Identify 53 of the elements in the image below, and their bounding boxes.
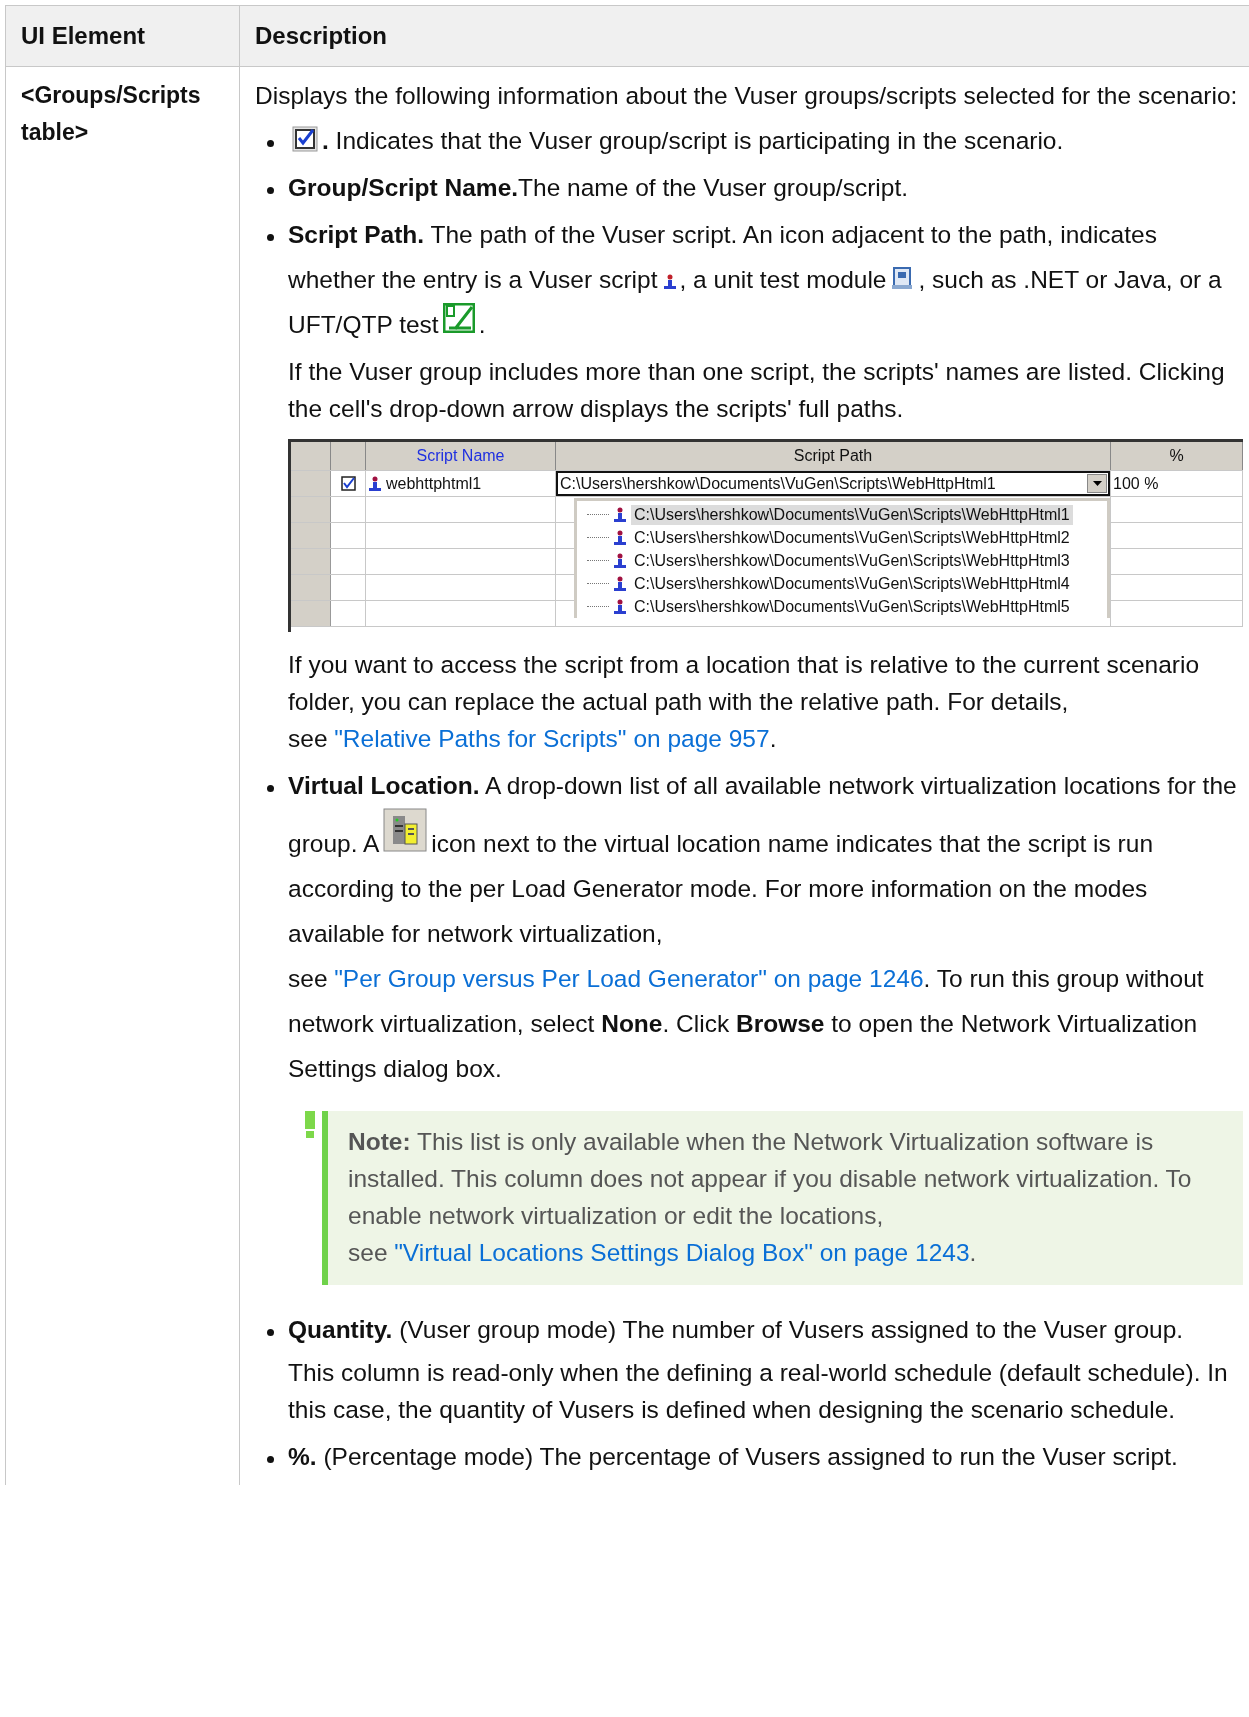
script-path-item[interactable]: C:\Users\hershkow\Documents\VuGen\Scripts\WebHttpHtml1 bbox=[631, 504, 1073, 525]
paragraph: This column is read-only when the defining a real-world schedule (default schedule). In this case, the quantity of Vusers is defined when designing the scenario schedule. bbox=[288, 1358, 1229, 1425]
bullet-icon bbox=[267, 1329, 274, 1336]
paragraph: Displays the following information about the Vuser groups/scripts selected for the scenario: bbox=[255, 81, 1239, 111]
person-icon bbox=[368, 475, 382, 492]
person-icon bbox=[613, 529, 627, 546]
script-path-item[interactable]: C:\Users\hershkow\Documents\VuGen\Scripts\WebHttpHtml5 bbox=[631, 596, 1073, 617]
paragraph: Group/Script Name.The name of the Vuser group/script. bbox=[288, 173, 909, 203]
paragraph: If you want to access the script from a location that is relative to the current scenario folder, you can replace the actual path with the relative path. For details, see "Relative Paths for Scripts" on page 957. bbox=[288, 650, 1200, 754]
bullet-icon bbox=[267, 140, 274, 147]
grid-column-header: Script Name bbox=[416, 447, 505, 465]
server-icon bbox=[383, 808, 428, 852]
bullet-icon bbox=[267, 1456, 274, 1463]
row-header[interactable] bbox=[291, 549, 331, 574]
checkbox[interactable] bbox=[340, 476, 356, 491]
row-header[interactable] bbox=[291, 497, 331, 522]
percent-value: 100 % bbox=[1113, 474, 1159, 493]
link[interactable]: "Per Group versus Per Load Generator" on page 1246 bbox=[334, 965, 924, 992]
row-header[interactable] bbox=[291, 471, 331, 496]
link[interactable]: "Relative Paths for Scripts" on page 957 bbox=[334, 725, 770, 752]
person-icon bbox=[663, 274, 678, 290]
bullet-icon bbox=[267, 234, 274, 241]
paragraph: Virtual Location. A drop-down list of all available network virtualization locations for the group. A icon next to the virtual location name indicates that the script is run according to the per Load Generator mode. For more information on the modes available for network virtualization, see "Per Group versus Per Load Generator" on page 1246. To run this group without network virtualization, select None. Click Browse to open the Network Virtualization Settings dialog box. bbox=[288, 771, 1238, 1084]
grid-column-header: Script Path bbox=[793, 447, 873, 465]
column-header: UI Element bbox=[6, 6, 240, 66]
column-header: Description bbox=[254, 21, 389, 51]
person-icon bbox=[613, 575, 627, 592]
row-header[interactable] bbox=[291, 575, 331, 600]
test-icon bbox=[442, 303, 475, 333]
grid-column-header: % bbox=[1169, 447, 1184, 465]
script-name: webhttphtml1 bbox=[386, 474, 482, 493]
bullet-icon bbox=[267, 785, 274, 792]
paragraph: If the Vuser group includes more than one script, the scripts' names are listed. Clicking the cell's drop-down arrow displays the scripts' full paths. bbox=[288, 357, 1226, 424]
paragraph: %. (Percentage mode) The percentage of Vusers assigned to run the Vuser script. bbox=[288, 1442, 1179, 1472]
bullet-icon bbox=[267, 187, 274, 194]
row-header[interactable] bbox=[291, 601, 331, 626]
note-text: Note: This list is only available when the Network Virtualization software is installed. This column does not appear if you disable network virtualization. To enable network virtualization or edit the locations, see "Virtual Locations Settings Dialog Box" on page 1243. bbox=[348, 1127, 1193, 1268]
script-path-item[interactable]: C:\Users\hershkow\Documents\VuGen\Scripts\WebHttpHtml3 bbox=[631, 550, 1073, 571]
person-icon bbox=[613, 506, 627, 523]
link[interactable]: "Virtual Locations Settings Dialog Box" on page 1243 bbox=[394, 1239, 970, 1266]
paragraph: Quantity. (Vuser group mode) The number of Vusers assigned to the Vuser group. bbox=[288, 1315, 1185, 1345]
path-dropdown[interactable]: C:\Users\hershkow\Documents\VuGen\Scripts\WebHttpHtml1 bbox=[556, 471, 1110, 496]
row-header[interactable] bbox=[291, 523, 331, 548]
person-icon bbox=[613, 598, 627, 615]
element-name: <Groups/Scripts table> bbox=[21, 81, 202, 147]
person-icon bbox=[613, 552, 627, 569]
paragraph: Script Path. The path of the Vuser script. An icon adjacent to the path, indicates whether the entry is a Vuser script , a unit test module , such as .NET or Java, or a UFT/QTP test . bbox=[288, 220, 1223, 340]
document-icon bbox=[890, 267, 915, 291]
exclamation-icon bbox=[304, 1111, 316, 1139]
script-path-item[interactable]: C:\Users\hershkow\Documents\VuGen\Scripts\WebHttpHtml2 bbox=[631, 527, 1073, 548]
checkbox-icon bbox=[292, 126, 318, 152]
paragraph: . Indicates that the Vuser group/script is participating in the scenario. bbox=[288, 122, 1243, 159]
script-path-item[interactable]: C:\Users\hershkow\Documents\VuGen\Scripts\WebHttpHtml4 bbox=[631, 573, 1073, 594]
